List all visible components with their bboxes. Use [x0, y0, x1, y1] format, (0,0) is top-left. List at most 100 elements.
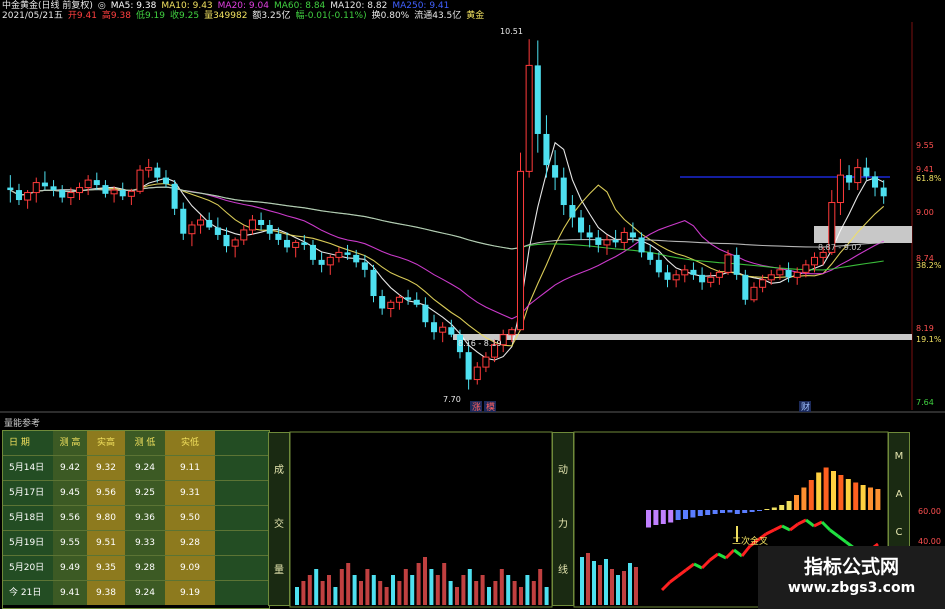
candle-body — [819, 251, 827, 258]
momentum-bar — [868, 487, 873, 510]
candle-body — [136, 169, 144, 192]
candle-body — [560, 177, 567, 206]
volume-bar — [346, 563, 351, 605]
mac-line-segment — [829, 528, 839, 538]
candle-body — [863, 167, 870, 177]
chart-annotation: 8.87 - 9.02 — [818, 243, 862, 252]
candle-body — [395, 296, 403, 303]
candle-body — [802, 264, 810, 273]
candlestick-chart[interactable]: 9.559.4161.8%9.008.7438.2%8.1919.1%7.641… — [0, 0, 945, 414]
volume-bar — [378, 581, 383, 605]
momentum-bar — [705, 510, 711, 515]
candle-body — [715, 271, 723, 278]
mac-line-segment — [669, 574, 679, 584]
candle-body — [84, 179, 92, 189]
candle-body — [110, 189, 118, 195]
price-axis-label: 38.2% — [916, 261, 942, 270]
candle-body — [552, 165, 559, 178]
volume-label-char: 量 — [274, 565, 284, 576]
candle-body — [231, 239, 239, 247]
chart-annotation: 7.70 — [443, 395, 461, 404]
candle-body — [353, 254, 360, 263]
candle-body — [24, 192, 32, 201]
volume-bar — [359, 581, 363, 605]
candle-body — [93, 180, 100, 186]
price-axis-label: 9.41 — [916, 165, 934, 174]
site-watermark: 指标公式网 www.zbgs3.com — [758, 546, 945, 609]
volume-bar — [455, 587, 459, 605]
candle-body — [473, 366, 481, 381]
candle-body — [301, 242, 308, 245]
candle-body — [15, 190, 22, 201]
volume-bar — [506, 575, 511, 605]
mac-line-segment — [717, 552, 727, 560]
candle-body — [284, 239, 291, 248]
candle-body — [767, 274, 775, 281]
candle-body — [75, 187, 84, 194]
volume-bar — [538, 569, 543, 605]
volume-bar — [474, 581, 479, 605]
candle-body — [7, 187, 14, 191]
candle-body — [534, 65, 541, 134]
candle-body — [258, 219, 265, 225]
momentum-bar — [838, 475, 844, 510]
candle-body — [664, 272, 671, 280]
candle-body — [413, 299, 420, 305]
momentum-bar — [697, 510, 703, 516]
volume-bar — [544, 587, 549, 605]
momentum-bar — [734, 510, 740, 514]
panel-title: 量能参考 — [4, 419, 41, 429]
volume-bar — [467, 569, 472, 605]
candle-body — [707, 276, 715, 283]
candle-body — [119, 190, 126, 197]
candle-body — [836, 174, 844, 204]
candle-body — [275, 233, 282, 240]
chart-annotation: 10.51 — [500, 27, 523, 36]
mac-line-segment — [740, 545, 752, 557]
candle-body — [638, 237, 645, 253]
volume-bar — [531, 581, 536, 605]
mac-line-segment — [789, 522, 799, 532]
mac-line-segment — [700, 558, 712, 570]
candle-body — [854, 167, 862, 184]
volume-label-char: 成 — [274, 465, 284, 476]
momentum-bar — [720, 510, 725, 513]
momentum-bar — [808, 480, 814, 510]
mac-label-char: M — [894, 451, 904, 462]
momentum-volume-bar — [634, 567, 638, 605]
volume-bar — [301, 581, 306, 605]
indicator-tick: 40.00 — [918, 537, 941, 546]
price-axis-label: 9.55 — [916, 141, 934, 150]
candle-body — [387, 301, 395, 309]
mac-line-segment — [660, 580, 672, 592]
volume-bar — [352, 575, 357, 605]
candle-body — [171, 183, 178, 209]
event-marker: 财 — [801, 401, 810, 413]
volume-bar — [320, 581, 325, 605]
candle-body — [655, 259, 662, 273]
momentum-side-label: 动 力 线 — [552, 432, 574, 606]
candle-body — [742, 274, 749, 300]
candle-body — [578, 217, 585, 233]
momentum-volume-bar — [616, 575, 620, 605]
candle-body — [699, 274, 706, 283]
volume-side-label: 成 交 量 — [268, 432, 290, 606]
mac-line-segment — [773, 524, 783, 532]
candle-body — [240, 229, 248, 241]
volume-bar — [442, 563, 447, 605]
momentum-bar — [771, 507, 777, 510]
candle-body — [733, 254, 740, 275]
candle-body — [724, 254, 732, 273]
candle-body — [595, 237, 602, 245]
momentum-bar — [653, 510, 659, 525]
ma-line-ma10 — [10, 183, 885, 347]
momentum-bar — [853, 482, 859, 510]
candle-body — [180, 208, 187, 234]
volume-bar — [525, 575, 530, 605]
momentum-bar — [683, 510, 688, 519]
candle-body — [197, 219, 205, 226]
momentum-volume-bar — [580, 557, 584, 605]
candle-body — [206, 219, 213, 228]
candle-body — [759, 279, 767, 288]
candle-body — [318, 259, 325, 265]
